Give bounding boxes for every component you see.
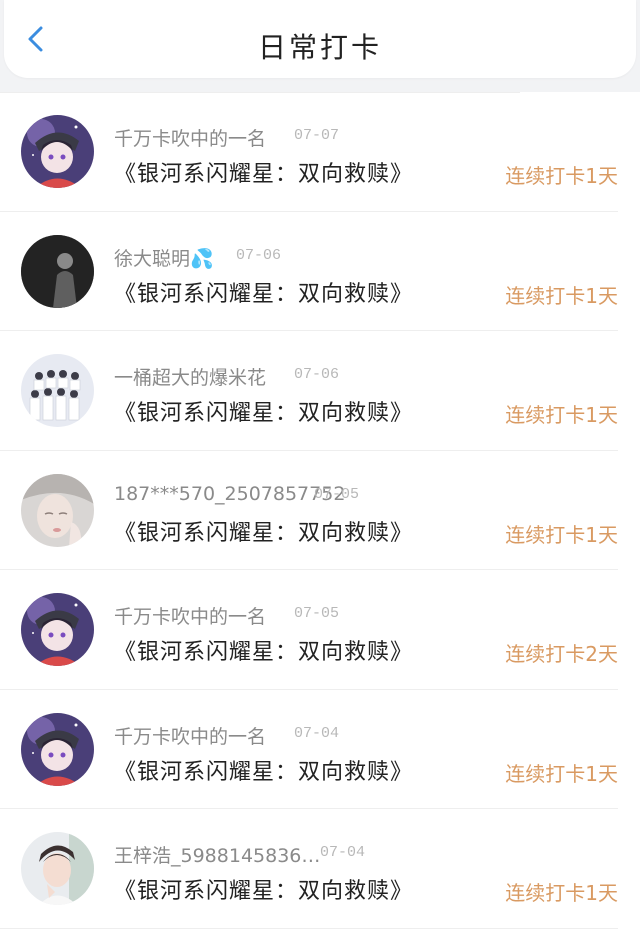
portrait-photo-avatar[interactable] <box>21 832 94 905</box>
checkin-row[interactable]: 千万卡吹中的一名 07-04 《银河系闪耀星：双向救赎》 连续打卡1天 <box>0 690 640 810</box>
checkin-date: 07-05 <box>314 485 360 503</box>
checkin-date: 07-04 <box>294 724 340 742</box>
streak-label: 连续打卡1天 <box>505 403 618 427</box>
username[interactable]: 徐大聪明💦 <box>114 244 214 271</box>
book-title[interactable]: 《银河系闪耀星：双向救赎》 <box>114 276 413 308</box>
username[interactable]: 王梓浩_5988145836… <box>114 841 320 868</box>
checkin-date: 07-06 <box>236 246 282 264</box>
anime-boy-avatar[interactable] <box>21 115 94 188</box>
book-title[interactable]: 《银河系闪耀星：双向救赎》 <box>114 515 413 547</box>
checkin-date: 07-04 <box>320 844 366 861</box>
username[interactable]: 千万卡吹中的一名 <box>114 602 266 629</box>
checkin-row[interactable]: 徐大聪明💦 07-06 《银河系闪耀星：双向救赎》 连续打卡1天 <box>0 212 640 332</box>
checkin-list: 千万卡吹中的一名 07-07 《银河系闪耀星：双向救赎》 连续打卡1天 徐大聪明… <box>0 92 640 933</box>
checkin-row[interactable]: 一桶超大的爆米花 07-06 《银河系闪耀星：双向救赎》 连续打卡1天 <box>0 331 640 451</box>
username[interactable]: 一桶超大的爆米花 <box>114 363 266 390</box>
top-bar: 日常打卡 <box>4 0 636 78</box>
username[interactable]: 187***570_2507857752 <box>114 483 345 505</box>
checkin-date: 07-07 <box>294 127 340 144</box>
username[interactable]: 千万卡吹中的一名 <box>114 722 266 749</box>
checkin-row[interactable]: 千万卡吹中的一名 07-07 《银河系闪耀星：双向救赎》 连续打卡1天 <box>0 92 640 212</box>
streak-label: 连续打卡1天 <box>505 881 618 905</box>
book-title[interactable]: 《银河系闪耀星：双向救赎》 <box>114 395 413 427</box>
checkin-row[interactable]: 187***570_2507857752 07-05 《银河系闪耀星：双向救赎》… <box>0 451 640 571</box>
book-title[interactable]: 《银河系闪耀星：双向救赎》 <box>114 754 413 786</box>
streak-label: 连续打卡1天 <box>505 761 618 786</box>
streak-label: 连续打卡1天 <box>505 522 618 547</box>
streak-label: 连续打卡1天 <box>505 283 618 308</box>
group-photo-avatar[interactable] <box>21 354 94 427</box>
streak-label: 连续打卡2天 <box>505 642 618 666</box>
streak-label: 连续打卡1天 <box>505 164 618 188</box>
book-title[interactable]: 《银河系闪耀星：双向救赎》 <box>114 156 413 188</box>
checkin-row[interactable]: 千万卡吹中的一名 07-05 《银河系闪耀星：双向救赎》 连续打卡2天 <box>0 570 640 690</box>
anime-boy-avatar[interactable] <box>21 712 94 786</box>
page-title: 日常打卡 <box>257 31 382 64</box>
username[interactable]: 千万卡吹中的一名 <box>114 124 266 151</box>
checkin-row[interactable]: 王梓浩_5988145836… 07-04 《银河系闪耀星：双向救赎》 连续打卡… <box>0 809 640 929</box>
dark-silhouette-avatar[interactable] <box>21 234 94 308</box>
checkin-date: 07-06 <box>294 366 340 383</box>
pale-face-avatar[interactable] <box>21 473 94 547</box>
checkin-date: 07-05 <box>294 605 340 622</box>
book-title[interactable]: 《银河系闪耀星：双向救赎》 <box>114 873 413 905</box>
book-title[interactable]: 《银河系闪耀星：双向救赎》 <box>114 634 413 666</box>
anime-boy-avatar[interactable] <box>21 593 94 666</box>
